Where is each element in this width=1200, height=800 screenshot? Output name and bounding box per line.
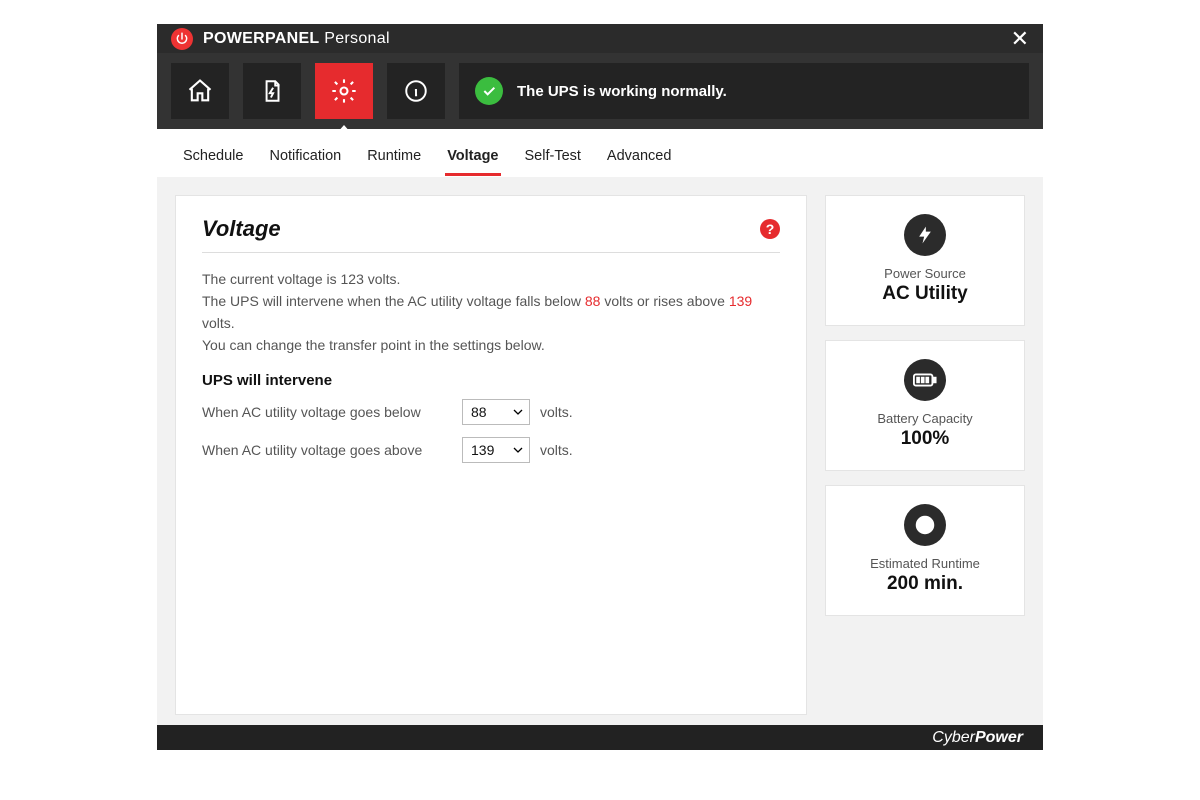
intervene-heading: UPS will intervene — [202, 372, 780, 389]
side-stats: Power Source AC Utility Battery Capacity… — [825, 195, 1025, 715]
footer: CyberPower — [157, 725, 1043, 750]
chevron-down-icon — [513, 445, 523, 455]
settings-tabs: Schedule Notification Runtime Voltage Se… — [157, 129, 1043, 177]
panel-header: Voltage ? — [202, 216, 780, 253]
stat-power-value: AC Utility — [836, 283, 1014, 305]
stat-runtime: Estimated Runtime 200 min. — [825, 485, 1025, 616]
bolt-icon — [904, 214, 946, 256]
status-ok-icon — [475, 77, 503, 105]
brand-bold-1: POWER — [203, 30, 265, 47]
footer-brand: CyberPower — [932, 729, 1023, 747]
brand-power-icon — [171, 28, 193, 50]
stat-power-source: Power Source AC Utility — [825, 195, 1025, 326]
footer-brand-a: Cyber — [932, 729, 975, 746]
panel-title: Voltage — [202, 216, 281, 242]
desc-2a: The UPS will intervene when the AC utili… — [202, 293, 585, 309]
close-icon[interactable]: ✕ — [1011, 26, 1029, 52]
clock-icon — [904, 504, 946, 546]
low-voltage-value: 88 — [471, 404, 487, 420]
stat-battery: Battery Capacity 100% — [825, 340, 1025, 471]
desc-low-threshold: 88 — [585, 293, 601, 309]
row-low-label: When AC utility voltage goes below — [202, 404, 452, 420]
desc-2c: volts. — [202, 315, 235, 331]
desc-current-volts: 123 — [341, 271, 364, 287]
title-bar: POWERPANEL Personal ✕ — [157, 24, 1043, 53]
desc-1a: The current voltage is — [202, 271, 341, 287]
battery-icon — [904, 359, 946, 401]
tab-selftest[interactable]: Self-Test — [525, 138, 581, 174]
stat-battery-value: 100% — [836, 428, 1014, 450]
document-bolt-icon — [259, 78, 285, 104]
body: Schedule Notification Runtime Voltage Se… — [157, 129, 1043, 725]
status-text: The UPS is working normally. — [517, 83, 727, 100]
desc-3: You can change the transfer point in the… — [202, 337, 545, 353]
high-voltage-select[interactable]: 139 — [462, 437, 530, 463]
home-icon — [186, 77, 214, 105]
row-high-label: When AC utility voltage goes above — [202, 442, 452, 458]
high-voltage-value: 139 — [471, 442, 494, 458]
desc-high-threshold: 139 — [729, 293, 752, 309]
tab-voltage[interactable]: Voltage — [447, 138, 498, 174]
voltage-panel: Voltage ? The current voltage is 123 vol… — [175, 195, 807, 715]
row-high-unit: volts. — [540, 442, 573, 458]
voltage-description: The current voltage is 123 volts. The UP… — [202, 269, 780, 356]
upper-bar: The UPS is working normally. — [157, 53, 1043, 129]
brand-bold-2: PANEL — [265, 30, 320, 47]
help-icon[interactable]: ? — [760, 219, 780, 239]
tab-runtime[interactable]: Runtime — [367, 138, 421, 174]
low-voltage-select[interactable]: 88 — [462, 399, 530, 425]
row-low: When AC utility voltage goes below 88 vo… — [202, 399, 780, 425]
nav-home[interactable] — [171, 63, 229, 119]
nav-info[interactable] — [387, 63, 445, 119]
nav-icons — [171, 63, 445, 119]
content-area: Voltage ? The current voltage is 123 vol… — [157, 177, 1043, 725]
stat-runtime-label: Estimated Runtime — [836, 556, 1014, 571]
status-bar: The UPS is working normally. — [459, 63, 1029, 119]
desc-2b: volts or rises above — [600, 293, 728, 309]
stat-power-label: Power Source — [836, 266, 1014, 281]
row-low-unit: volts. — [540, 404, 573, 420]
stat-battery-label: Battery Capacity — [836, 411, 1014, 426]
tab-advanced[interactable]: Advanced — [607, 138, 672, 174]
nav-settings[interactable] — [315, 63, 373, 119]
stat-runtime-value: 200 min. — [836, 573, 1014, 595]
tab-schedule[interactable]: Schedule — [183, 138, 243, 174]
brand-subtitle: Personal — [324, 30, 390, 47]
tab-notification[interactable]: Notification — [269, 138, 341, 174]
chevron-down-icon — [513, 407, 523, 417]
footer-brand-b: Power — [975, 729, 1023, 746]
nav-report[interactable] — [243, 63, 301, 119]
desc-1b: volts. — [364, 271, 401, 287]
gear-icon — [330, 77, 358, 105]
row-high: When AC utility voltage goes above 139 v… — [202, 437, 780, 463]
brand-text: POWERPANEL Personal — [203, 30, 390, 48]
info-icon — [403, 78, 429, 104]
app-window: POWERPANEL Personal ✕ The UPS is workin — [157, 24, 1043, 750]
